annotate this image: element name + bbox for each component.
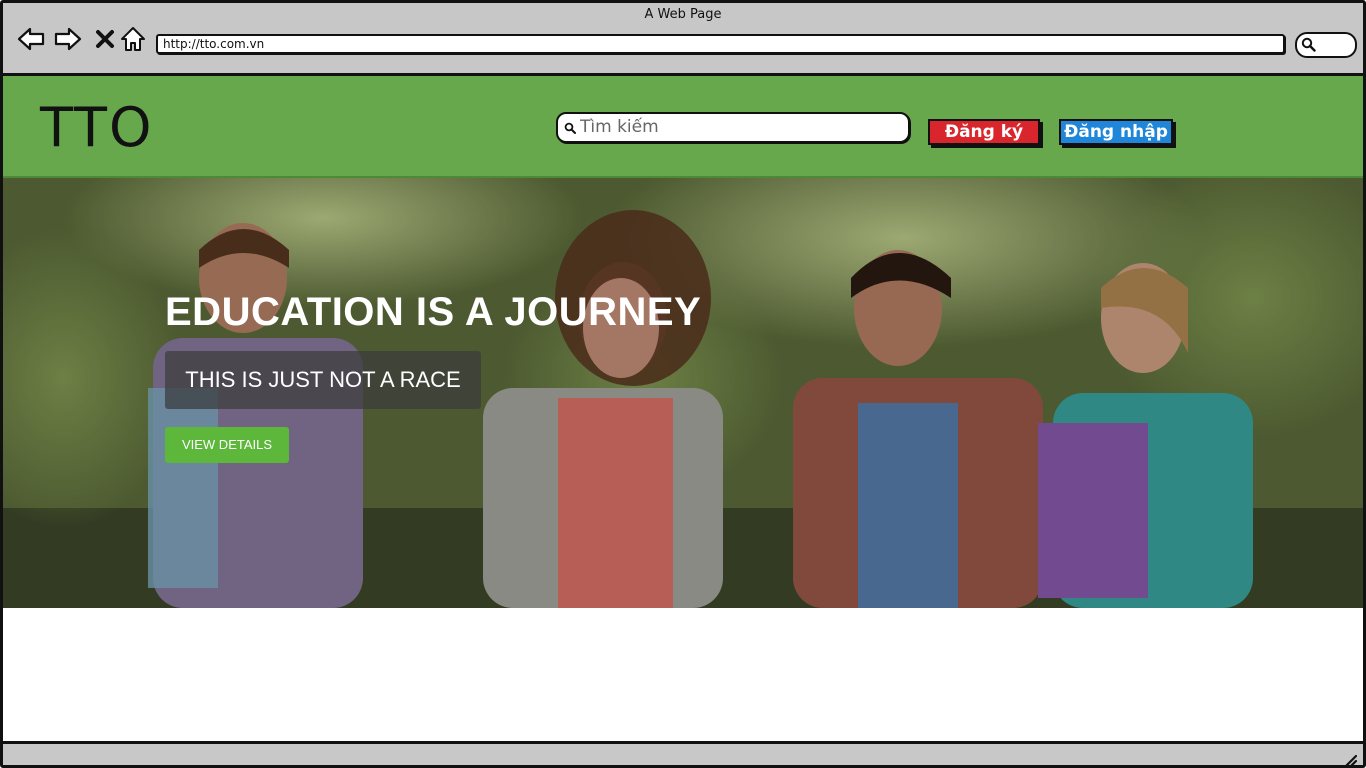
forward-arrow-icon[interactable] [54, 25, 82, 53]
login-button[interactable]: Đăng nhập [1059, 119, 1173, 145]
search-icon [1301, 37, 1316, 52]
site-search-box[interactable] [556, 112, 910, 143]
page-content-area [3, 608, 1363, 741]
register-button[interactable]: Đăng ký [928, 119, 1040, 145]
browser-window: A Web Page http://tto.com.vn TTO Tìm kiế… [0, 0, 1366, 768]
window-title: A Web Page [644, 7, 722, 22]
hero-banner: EDUCATION IS A JOURNEY THIS IS JUST NOT … [3, 178, 1363, 608]
browser-search-box[interactable] [1295, 32, 1357, 58]
resize-grip-icon[interactable] [1343, 753, 1357, 767]
address-bar[interactable]: http://tto.com.vn [156, 34, 1285, 54]
close-x-icon[interactable] [91, 25, 119, 53]
back-arrow-icon[interactable] [17, 25, 45, 53]
home-icon[interactable] [119, 25, 147, 53]
hero-subtitle: THIS IS JUST NOT A RACE [165, 351, 481, 409]
browser-status-bar [3, 741, 1363, 767]
search-input[interactable] [580, 116, 900, 138]
search-icon [564, 122, 576, 134]
site-header: TTO Đăng ký Đăng nhập [3, 76, 1363, 178]
browser-toolbar: A Web Page http://tto.com.vn [3, 3, 1363, 76]
site-logo[interactable]: TTO [40, 98, 154, 158]
view-details-button[interactable]: VIEW DETAILS [165, 427, 289, 463]
hero-title: EDUCATION IS A JOURNEY [165, 290, 702, 334]
